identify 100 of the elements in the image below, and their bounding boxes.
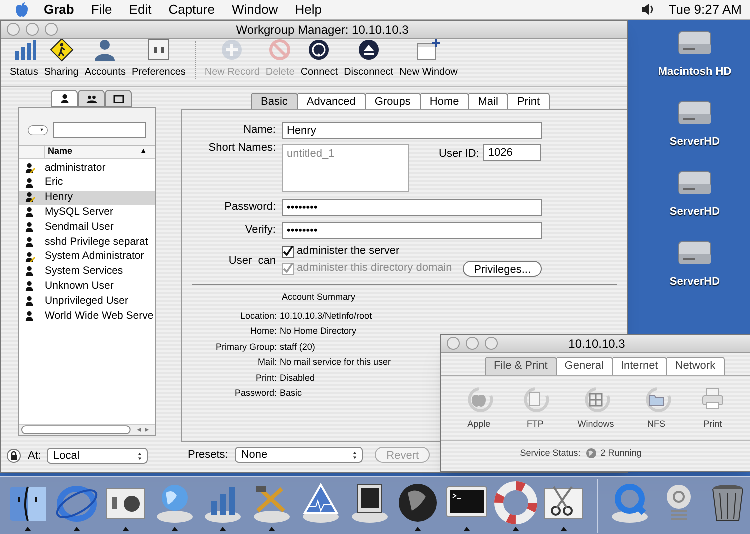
user-icon <box>25 281 36 292</box>
toolbar-button[interactable]: Preferences <box>128 38 189 80</box>
tab[interactable]: Basic <box>251 93 298 109</box>
tab[interactable]: File & Print <box>485 357 557 375</box>
summary-value: Disabled <box>280 372 316 384</box>
toolbar-button[interactable]: Sharing <box>41 38 82 80</box>
summary-label: Mail: <box>256 356 277 369</box>
toolbar-button[interactable]: Accounts <box>82 38 129 80</box>
tab[interactable]: Network <box>666 357 725 375</box>
record-type-tab[interactable] <box>105 90 132 107</box>
no-entry-icon <box>268 38 292 62</box>
user-row[interactable]: System Services <box>19 264 155 280</box>
speaker-icon[interactable] <box>640 3 655 16</box>
short-names-field[interactable]: untitled_1 <box>282 144 409 192</box>
tab[interactable]: Groups <box>364 93 421 109</box>
summary-value: 10.10.10.3/NetInfo/root <box>280 310 374 322</box>
lifebuoy-icon[interactable] <box>494 480 538 530</box>
toolbar-button[interactable]: Status <box>7 38 42 80</box>
window-button[interactable] <box>485 337 498 350</box>
field-label: Name: <box>242 123 276 138</box>
name-field[interactable]: Henry <box>282 122 542 139</box>
tab[interactable]: General <box>556 357 613 375</box>
toolbar-button[interactable]: Disconnect <box>341 38 397 80</box>
user-row[interactable]: sshd Privilege separat <box>19 234 155 250</box>
window-title: Workgroup Manager: 10.10.10.3 <box>235 22 410 38</box>
window-button[interactable] <box>447 337 460 350</box>
checkbox[interactable] <box>282 246 294 258</box>
window-plus-icon <box>416 38 441 62</box>
user-row[interactable]: Eric <box>19 176 155 191</box>
user-row[interactable]: Unknown User <box>19 279 155 294</box>
window-button[interactable] <box>466 337 479 350</box>
location-popup[interactable]: Local <box>47 448 148 464</box>
record-type-tab[interactable] <box>78 90 105 107</box>
menu-item[interactable]: Window <box>230 0 280 20</box>
privileges-button[interactable]: Privileges... <box>463 260 542 276</box>
user-row[interactable]: administrator <box>19 161 155 176</box>
record-type-tab[interactable] <box>51 90 78 107</box>
summary-value: No mail service for this user <box>280 356 392 369</box>
user-id-field[interactable]: 1026 <box>483 144 542 161</box>
user-icon <box>25 207 36 218</box>
window-button[interactable] <box>7 23 20 36</box>
switch-panel-icon <box>146 38 171 62</box>
user-row[interactable]: MySQL Server <box>19 205 155 220</box>
admin-user-icon <box>25 162 36 174</box>
presets-popup[interactable]: None <box>235 447 364 464</box>
apple-logo-icon[interactable] <box>15 2 29 18</box>
menu-item[interactable]: Help <box>293 0 324 20</box>
toolbar-button[interactable]: Connect <box>298 38 342 80</box>
tab[interactable]: Mail <box>468 93 508 109</box>
field-label: Password: <box>224 200 276 216</box>
admin-user-icon <box>25 252 36 263</box>
search-options-popup[interactable] <box>28 122 48 138</box>
search-field[interactable] <box>53 122 146 138</box>
location-label: At: <box>28 449 42 464</box>
presets-label: Presets: <box>188 448 228 463</box>
user-row[interactable]: System Administrator <box>19 250 155 265</box>
volume-label[interactable]: ServerHD <box>670 274 720 290</box>
menu-item[interactable]: File <box>89 0 114 20</box>
menu-item[interactable]: Capture <box>166 0 217 20</box>
service-button[interactable]: FTP <box>521 386 550 432</box>
app-menu[interactable]: Grab <box>42 0 76 20</box>
popup-arrows-icon <box>136 450 144 462</box>
toolbar-button[interactable]: New Window <box>396 38 461 80</box>
user-row[interactable]: Sendmail User <box>19 220 155 235</box>
volume-label[interactable]: ServerHD <box>670 134 720 150</box>
verify-field[interactable]: •••••••• <box>282 222 542 239</box>
lock-icon[interactable] <box>7 449 21 464</box>
window-title: 10.10.10.3 <box>568 336 626 352</box>
volume-label[interactable]: ServerHD <box>670 204 720 220</box>
password-field[interactable]: •••••••• <box>282 199 542 216</box>
person-icon <box>58 92 70 104</box>
field-label: User can <box>228 254 276 269</box>
tab[interactable]: Internet <box>612 357 668 375</box>
user-row[interactable]: Unprivileged User <box>19 294 155 309</box>
user-row[interactable]: Henry <box>19 190 155 206</box>
user-icon <box>25 296 36 308</box>
menu-clock[interactable]: Tue 9:27 AM <box>668 0 742 20</box>
summary-value: staff (20) <box>280 340 316 354</box>
pedestrian-sign-icon <box>50 38 74 62</box>
service-button[interactable]: NFS <box>642 386 671 432</box>
service-button[interactable]: Apple <box>465 386 494 432</box>
summary-label: Home: <box>249 325 277 338</box>
menu-item[interactable]: Edit <box>127 0 154 20</box>
user-row[interactable]: World Wide Web Serve <box>19 308 155 324</box>
tab[interactable]: Home <box>420 93 470 109</box>
checkbox-label: administer the server <box>297 244 400 260</box>
volume-label[interactable]: Macintosh HD <box>658 64 732 80</box>
tab[interactable]: Advanced <box>296 93 366 109</box>
summary-label: Password: <box>234 387 277 400</box>
popup-arrows-icon <box>351 450 360 461</box>
service-button[interactable]: Print <box>698 386 727 432</box>
window-button[interactable] <box>26 23 39 36</box>
service-button[interactable]: Windows <box>578 386 614 432</box>
document-icon <box>521 386 550 412</box>
summary-label: Print: <box>254 372 277 384</box>
tab[interactable]: Print <box>507 93 550 109</box>
status-label: Service Status: <box>520 446 581 460</box>
window-button[interactable] <box>45 23 58 36</box>
field-label: Short Names: <box>208 141 276 156</box>
user-icon <box>25 178 36 189</box>
